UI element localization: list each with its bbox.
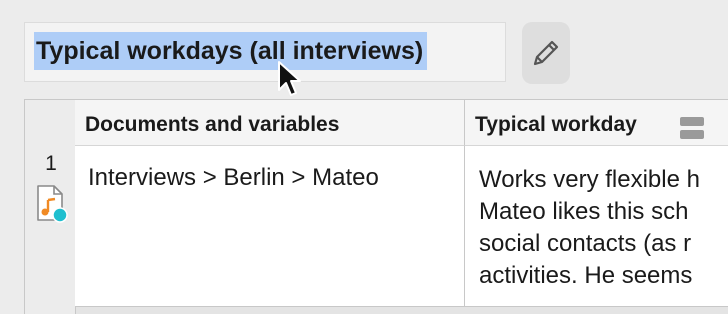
column-header-documents[interactable]: Documents and variables	[75, 100, 465, 146]
mouse-pointer-icon	[278, 61, 301, 96]
document-cell[interactable]: Interviews > Berlin > Mateo	[75, 146, 465, 306]
row-divider	[75, 306, 728, 307]
column-header-typical-workday[interactable]: Typical workday	[465, 100, 728, 146]
pencil-icon	[533, 40, 559, 66]
collapse-rows-icon[interactable]	[678, 115, 706, 141]
column-header-label: Typical workday	[475, 113, 637, 136]
summary-line: activities. He seems	[479, 262, 693, 289]
summary-cell[interactable]: Works very flexible h Mateo likes this s…	[465, 146, 728, 306]
audio-document-icon[interactable]	[35, 184, 69, 224]
summary-line: social contacts (as r	[479, 230, 692, 257]
table-corner	[25, 100, 76, 146]
edit-title-button[interactable]	[522, 22, 570, 84]
summary-line: Works very flexible h	[479, 166, 700, 193]
row-header: 1	[25, 146, 76, 314]
summary-table: Documents and variables Typical workday …	[24, 99, 728, 314]
summary-title[interactable]: Typical workdays (all interviews)	[34, 32, 428, 70]
row-number: 1	[45, 152, 57, 175]
summary-line: Mateo likes this sch	[479, 198, 689, 225]
